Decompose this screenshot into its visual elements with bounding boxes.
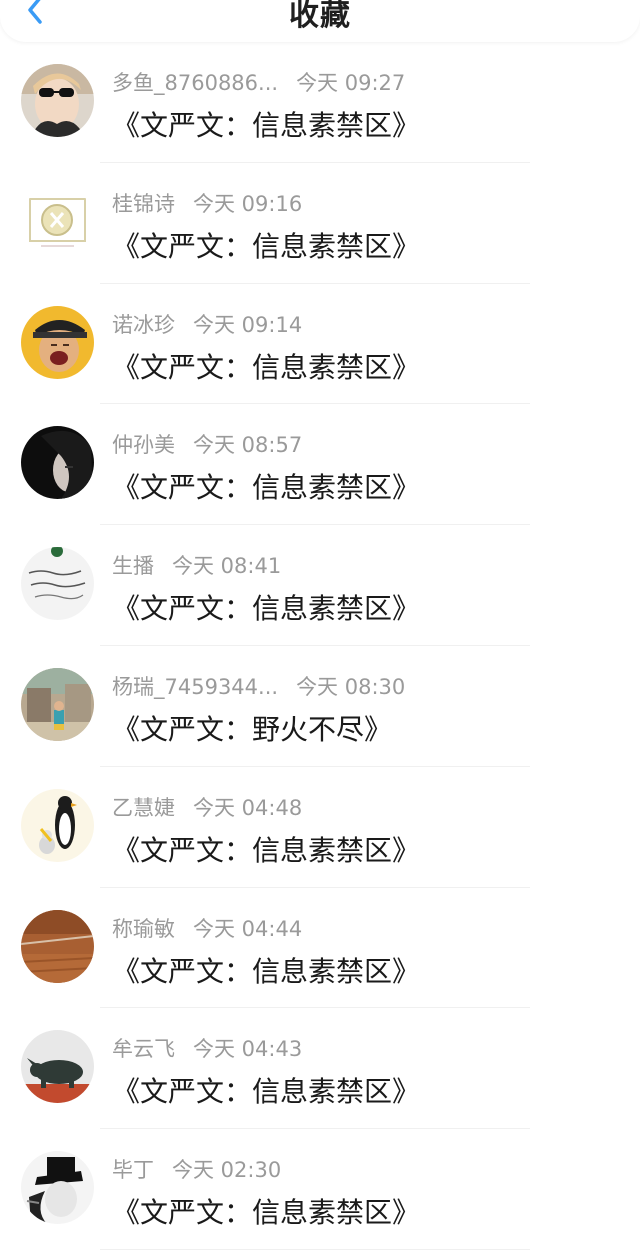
list-item[interactable]: 诺冰珍 今天 09:14 《文严文：信息素禁区》 xyxy=(0,284,640,405)
page-title: 收藏 xyxy=(289,0,351,33)
favorites-list: 多鱼_8760886... 今天 09:27 《文严文：信息素禁区》 桂锦诗 今天 … xyxy=(0,42,640,1250)
message-text: 《文严文：信息素禁区》 xyxy=(112,1196,421,1230)
message-text: 《文严文：信息素禁区》 xyxy=(112,109,421,142)
list-item[interactable]: 称瑜敏 今天 04:44 《文严文：信息素禁区》 xyxy=(0,888,640,1009)
avatar[interactable] xyxy=(21,547,94,621)
list-item[interactable]: 毕丁 今天 02:30 《文严文：信息素禁区》 xyxy=(0,1129,640,1250)
message-time: 今天 08:57 xyxy=(193,433,303,458)
list-item[interactable]: 生播 今天 08:41 《文严文：信息素禁区》 xyxy=(0,525,640,646)
list-item[interactable]: 杨瑞_7459344... 今天 08:30 《文严文：野火不尽》 xyxy=(0,646,640,767)
message-text: 《文严文：信息素禁区》 xyxy=(112,833,421,867)
message-time: 今天 08:41 xyxy=(172,554,282,579)
list-item[interactable]: 多鱼_8760886... 今天 09:27 《文严文：信息素禁区》 xyxy=(0,42,640,163)
top-nav-bar: 收藏 xyxy=(0,0,640,42)
message-time: 今天 04:44 xyxy=(193,916,303,941)
sender-name: 毕丁 xyxy=(112,1158,154,1183)
message-text: 《文严文：信息素禁区》 xyxy=(112,1075,421,1109)
sender-name: 生播 xyxy=(112,554,154,579)
list-item[interactable]: 乙慧婕 今天 04:48 《文严文：信息素禁区》 xyxy=(0,767,640,888)
message-text: 《文严文：野火不尽》 xyxy=(112,712,393,746)
avatar[interactable] xyxy=(21,184,94,258)
message-time: 今天 02:30 xyxy=(172,1158,282,1183)
message-time: 今天 09:16 xyxy=(193,191,303,216)
message-time: 今天 09:27 xyxy=(296,71,406,95)
avatar[interactable] xyxy=(21,788,94,862)
avatar[interactable] xyxy=(21,909,94,983)
message-text: 《文严文：信息素禁区》 xyxy=(112,471,421,505)
message-text: 《文严文：信息素禁区》 xyxy=(112,954,421,988)
sender-name: 仲孙美 xyxy=(112,433,175,458)
message-time: 今天 09:14 xyxy=(193,312,303,337)
avatar[interactable] xyxy=(21,1030,94,1104)
avatar[interactable] xyxy=(21,305,94,379)
sender-name: 多鱼_8760886... xyxy=(112,71,279,95)
sender-name: 乙慧婕 xyxy=(112,795,175,820)
message-time: 今天 04:48 xyxy=(193,795,303,820)
list-item[interactable]: 桂锦诗 今天 09:16 《文严文：信息素禁区》 xyxy=(0,163,640,284)
message-time: 今天 04:43 xyxy=(193,1037,303,1062)
sender-name: 桂锦诗 xyxy=(112,191,175,216)
avatar[interactable] xyxy=(21,64,94,137)
sender-name: 牟云飞 xyxy=(112,1037,175,1062)
message-time: 今天 08:30 xyxy=(296,674,406,699)
sender-name: 诺冰珍 xyxy=(112,312,175,337)
avatar[interactable] xyxy=(21,667,94,741)
list-item[interactable]: 牟云飞 今天 04:43 《文严文：信息素禁区》 xyxy=(0,1008,640,1129)
sender-name: 称瑜敏 xyxy=(112,916,175,941)
avatar[interactable] xyxy=(21,1151,94,1225)
avatar[interactable] xyxy=(21,426,94,500)
message-text: 《文严文：信息素禁区》 xyxy=(112,350,421,384)
sender-name: 杨瑞_7459344... xyxy=(112,674,279,699)
list-item[interactable]: 仲孙美 今天 08:57 《文严文：信息素禁区》 xyxy=(0,404,640,525)
message-text: 《文严文：信息素禁区》 xyxy=(112,592,421,626)
message-text: 《文严文：信息素禁区》 xyxy=(112,229,421,263)
